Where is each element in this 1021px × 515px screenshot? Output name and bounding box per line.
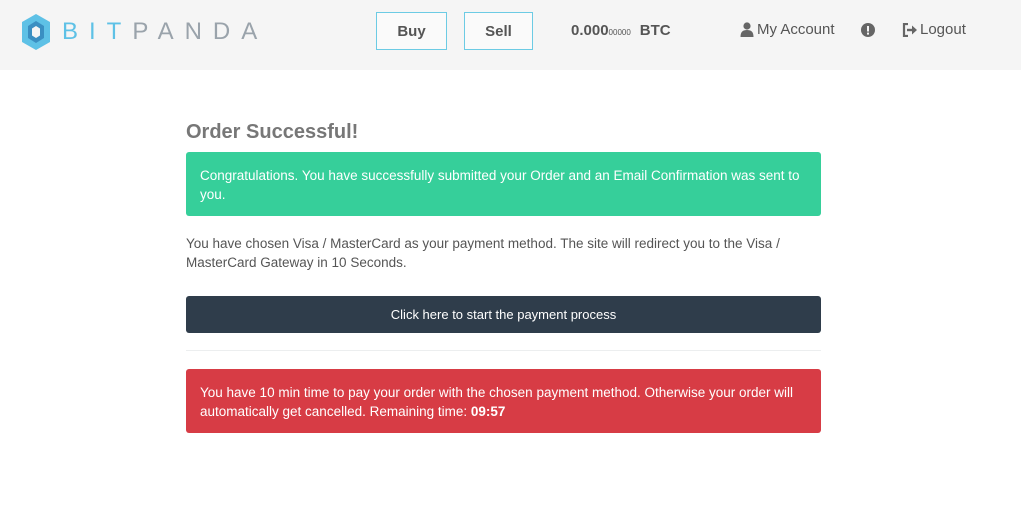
logout-icon xyxy=(902,22,917,37)
page-title: Order Successful! xyxy=(186,121,359,143)
my-account-label: My Account xyxy=(757,21,835,38)
start-payment-button[interactable]: Click here to start the payment process xyxy=(186,296,821,333)
logout-label: Logout xyxy=(920,21,966,38)
success-message: Congratulations. You have successfully s… xyxy=(200,168,800,202)
divider xyxy=(186,350,821,351)
buy-button[interactable]: Buy xyxy=(376,12,447,50)
balance-currency: BTC xyxy=(639,22,671,39)
bitpanda-logo-icon xyxy=(22,14,50,50)
brand-name-part2: PANDA xyxy=(132,18,269,45)
my-account-link[interactable]: My Account xyxy=(740,21,835,38)
top-navbar: BIT PANDA Buy Sell 0.000 00000 BTC My Ac… xyxy=(0,0,1021,70)
start-payment-label: Click here to start the payment process xyxy=(390,307,617,322)
alert-link[interactable] xyxy=(861,23,875,37)
brand-name: BIT PANDA xyxy=(62,18,268,46)
balance-small-digits: 00000 xyxy=(608,28,631,37)
payment-timer-alert: You have 10 min time to pay your order w… xyxy=(186,369,821,433)
user-icon xyxy=(740,22,754,37)
exclamation-circle-icon xyxy=(861,23,875,37)
sell-button[interactable]: Sell xyxy=(464,12,533,50)
logout-link[interactable]: Logout xyxy=(902,21,966,38)
bitpanda-logo[interactable]: BIT PANDA xyxy=(20,12,268,52)
payment-info-text: You have chosen Visa / MasterCard as you… xyxy=(186,236,780,270)
balance-value: 0.000 xyxy=(571,22,609,39)
brand-name-part1: BIT xyxy=(62,18,133,45)
btc-balance: 0.000 00000 BTC xyxy=(571,22,671,39)
success-alert: Congratulations. You have successfully s… xyxy=(186,152,821,216)
remaining-time: 09:57 xyxy=(470,404,506,419)
